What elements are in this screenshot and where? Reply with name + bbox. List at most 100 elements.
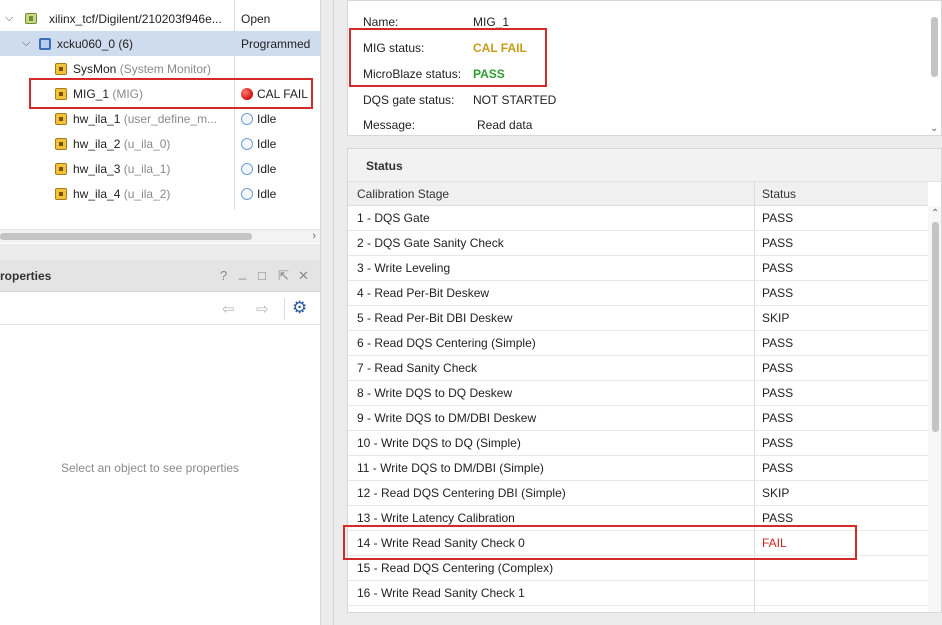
table-row[interactable]: 5 - Read Per-Bit DBI Deskew SKIP <box>348 306 928 331</box>
table-row[interactable]: 4 - Read Per-Bit Deskew PASS <box>348 281 928 306</box>
right-column: Name: MIG_1 MIG status: CAL FAIL MicroBl… <box>334 0 942 625</box>
hardware-target-icon <box>25 13 37 24</box>
calibration-stage-cell: 10 - Write DQS to DQ (Simple) <box>357 436 521 450</box>
properties-toolbar: ⇦ ⇨ ⚙ <box>0 293 320 325</box>
chevron-down-icon[interactable]: ⌵ <box>22 37 30 50</box>
tree-row-status: Idle <box>257 137 277 151</box>
gear-icon[interactable]: ⚙ <box>292 298 307 318</box>
table-row[interactable]: 1 - DQS Gate PASS <box>348 206 928 231</box>
tree-row-name: xilinx_tcf/Digilent/210203f946e... <box>49 12 222 26</box>
status-panel-title: Status <box>366 159 403 173</box>
core-type: (u_ila_2) <box>123 187 171 201</box>
tree-row-target[interactable]: ⌵ xilinx_tcf/Digilent/210203f946e... Ope… <box>0 6 320 31</box>
table-row[interactable]: 13 - Write Latency Calibration PASS <box>348 506 928 531</box>
microblaze-status-value: PASS <box>473 67 505 81</box>
chevron-down-icon[interactable]: ⌵ <box>5 12 13 25</box>
scrollbar-thumb[interactable] <box>0 233 252 240</box>
idle-status-icon <box>241 113 253 125</box>
table-row[interactable]: 9 - Write DQS to DM/DBI Deskew PASS <box>348 406 928 431</box>
table-row[interactable]: 12 - Read DQS Centering DBI (Simple) SKIP <box>348 481 928 506</box>
scroll-right-icon[interactable]: › <box>312 230 316 242</box>
calibration-stage-cell: 14 - Write Read Sanity Check 0 <box>357 536 525 550</box>
calibration-stage-cell: 2 - DQS Gate Sanity Check <box>357 236 504 250</box>
debug-core-icon <box>55 138 67 150</box>
table-row[interactable]: 10 - Write DQS to DQ (Simple) PASS <box>348 431 928 456</box>
message-value: Read data <box>477 118 533 132</box>
column-header-stage[interactable]: Calibration Stage <box>357 187 449 201</box>
table-row[interactable]: 15 - Read DQS Centering (Complex) <box>348 556 928 581</box>
table-row[interactable]: 11 - Write DQS to DM/DBI (Simple) PASS <box>348 456 928 481</box>
core-name: hw_ila_4 <box>73 187 121 201</box>
calibration-stage-cell: 12 - Read DQS Centering DBI (Simple) <box>357 486 566 500</box>
device-chip-icon <box>39 38 51 50</box>
minimize-button[interactable]: _ <box>239 265 246 280</box>
table-row[interactable]: 8 - Write DQS to DQ Deskew PASS <box>348 381 928 406</box>
properties-title: roperties <box>0 269 52 283</box>
stage-status-cell: PASS <box>762 236 794 250</box>
core-type: (MIG) <box>112 87 144 101</box>
table-row[interactable]: 7 - Read Sanity Check PASS <box>348 356 928 381</box>
panel-splitter[interactable] <box>0 244 320 260</box>
tree-row-sysmon[interactable]: SysMon (System Monitor) <box>0 56 320 81</box>
tree-row-status: Programmed <box>241 37 311 51</box>
calibration-stage-cell: 5 - Read Per-Bit DBI Deskew <box>357 311 513 325</box>
mig-status-label: MIG status: <box>363 41 425 55</box>
close-button[interactable]: ✕ <box>298 268 309 284</box>
tree-row-name: hw_ila_4 (u_ila_2) <box>73 187 170 201</box>
stage-status-cell: PASS <box>762 461 794 475</box>
scroll-down-icon[interactable]: ⌄ <box>930 123 938 134</box>
stage-status-cell: PASS <box>762 211 794 225</box>
stage-status-cell: PASS <box>762 286 794 300</box>
back-arrow-icon[interactable]: ⇦ <box>222 300 235 318</box>
table-row[interactable]: 2 - DQS Gate Sanity Check PASS <box>348 231 928 256</box>
table-row[interactable]: 6 - Read DQS Centering (Simple) PASS <box>348 331 928 356</box>
scroll-up-icon[interactable]: ⌃ <box>931 208 939 219</box>
error-status-icon <box>241 88 253 100</box>
tree-row-device[interactable]: ⌵ xcku060_0 (6) Programmed <box>0 31 320 56</box>
column-header-status[interactable]: Status <box>762 187 796 201</box>
forward-arrow-icon[interactable]: ⇨ <box>256 300 269 318</box>
name-value: MIG_1 <box>473 15 510 29</box>
core-name: MIG_1 <box>73 87 110 101</box>
status-vertical-scrollbar[interactable]: ⌃ <box>928 206 941 612</box>
tree-horizontal-scrollbar[interactable]: › <box>0 229 320 243</box>
tree-row-mig[interactable]: MIG_1 (MIG) CAL FAIL <box>0 81 320 106</box>
status-table-header: Calibration Stage Status <box>348 182 928 206</box>
dqs-gate-status-value: NOT STARTED <box>473 93 557 107</box>
tree-row-name: xcku060_0 (6) <box>57 37 134 51</box>
tree-row-status: Idle <box>257 162 277 176</box>
vertical-splitter[interactable] <box>320 0 334 625</box>
float-button[interactable]: ⇱ <box>278 268 289 284</box>
stage-status-cell: PASS <box>762 361 794 375</box>
scrollbar-thumb[interactable] <box>932 222 939 432</box>
restore-button[interactable]: □ <box>258 268 266 283</box>
calibration-stage-cell: 6 - Read DQS Centering (Simple) <box>357 336 536 350</box>
stage-status-cell: PASS <box>762 411 794 425</box>
idle-status-icon <box>241 163 253 175</box>
tree-row-status: Idle <box>257 187 277 201</box>
tree-row-status: Open <box>241 12 271 26</box>
tree-row-ila[interactable]: hw_ila_2 (u_ila_0) Idle <box>0 131 320 156</box>
stage-status-cell: FAIL <box>762 536 787 550</box>
tree-row-name: hw_ila_1 (user_define_m... <box>73 112 217 126</box>
tree-row-ila[interactable]: hw_ila_1 (user_define_m... Idle <box>0 106 320 131</box>
left-column: ⌵ xilinx_tcf/Digilent/210203f946e... Ope… <box>0 0 320 625</box>
idle-status-icon <box>241 188 253 200</box>
stage-status-cell: PASS <box>762 386 794 400</box>
tree-row-ila[interactable]: hw_ila_3 (u_ila_1) Idle <box>0 156 320 181</box>
tree-row-ila[interactable]: hw_ila_4 (u_ila_2) Idle <box>0 181 320 206</box>
properties-header: roperties ? _ □ ⇱ ✕ <box>0 260 320 292</box>
table-row[interactable]: 16 - Write Read Sanity Check 1 <box>348 581 928 606</box>
core-name: hw_ila_2 <box>73 137 121 151</box>
core-name: SysMon <box>73 62 117 76</box>
hardware-tree: ⌵ xilinx_tcf/Digilent/210203f946e... Ope… <box>0 0 320 230</box>
scrollbar-thumb[interactable] <box>931 17 938 77</box>
properties-empty-message: Select an object to see properties <box>60 461 240 475</box>
debug-core-icon <box>55 88 67 100</box>
table-row[interactable]: 3 - Write Leveling PASS <box>348 256 928 281</box>
table-row[interactable]: 14 - Write Read Sanity Check 0 FAIL <box>348 531 928 556</box>
debug-core-icon <box>55 63 67 75</box>
mig-info-panel: Name: MIG_1 MIG status: CAL FAIL MicroBl… <box>347 0 942 136</box>
help-button[interactable]: ? <box>220 268 227 283</box>
info-vertical-scrollbar[interactable]: ⌄ <box>927 1 941 135</box>
